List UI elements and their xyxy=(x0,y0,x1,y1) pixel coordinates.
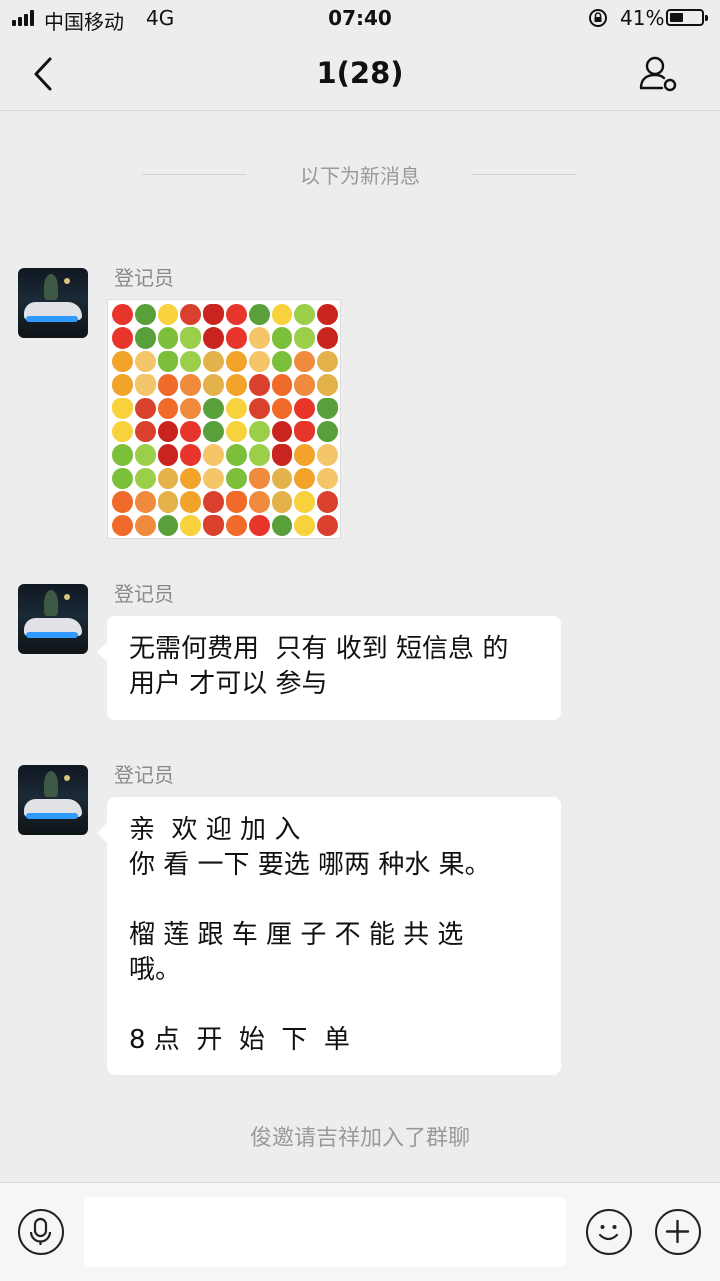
sender-name: 登记员 xyxy=(114,266,174,290)
message-line xyxy=(129,988,561,1023)
battery-icon xyxy=(666,9,708,26)
sender-avatar[interactable] xyxy=(18,584,88,654)
message-line: 8 点 开 始 下 单 xyxy=(129,1025,350,1055)
microphone-icon[interactable] xyxy=(18,1209,64,1255)
fruit-collage-image[interactable] xyxy=(107,299,341,539)
chat-header: 1(28) xyxy=(0,36,720,111)
sender-avatar[interactable] xyxy=(18,268,88,338)
message-bubble[interactable]: 无需何费用 只有 收到 短信息 的 用户 才可以 参与 xyxy=(97,616,561,720)
chat-input-bar xyxy=(0,1182,720,1281)
sender-name: 登记员 xyxy=(114,582,174,606)
sender-avatar[interactable] xyxy=(18,765,88,835)
plus-icon[interactable] xyxy=(655,1209,701,1255)
chat-title: 1(28) xyxy=(316,56,404,90)
person-icon[interactable] xyxy=(636,52,680,96)
new-messages-divider: 以下为新消息 xyxy=(0,160,720,190)
message-line: 哦。 xyxy=(129,955,182,985)
system-notice: 俊邀请吉祥加入了群聊 xyxy=(249,1126,470,1151)
clock: 07:40 xyxy=(328,6,392,30)
battery-percent: 41% xyxy=(620,6,665,30)
message-line xyxy=(129,883,561,918)
message-line: 亲 欢 迎 加 入 xyxy=(129,815,301,845)
rotation-lock-icon xyxy=(589,9,607,27)
smiley-icon[interactable] xyxy=(586,1209,632,1255)
message-bubble[interactable]: 亲 欢 迎 加 入 你 看 一下 要选 哪两 种水 果。 榴 莲 跟 车 厘 子… xyxy=(97,797,561,1075)
message-line: 用户 才可以 参与 xyxy=(129,669,328,699)
message-line: 无需何费用 只有 收到 短信息 的 xyxy=(129,634,509,664)
status-bar: 中国移动 4G 07:40 41% xyxy=(0,0,720,36)
divider-label: 以下为新消息 xyxy=(300,164,420,188)
message-input[interactable] xyxy=(84,1197,566,1267)
message-line: 榴 莲 跟 车 厘 子 不 能 共 选 xyxy=(129,920,464,950)
sender-name: 登记员 xyxy=(114,763,174,787)
message-line: 你 看 一下 要选 哪两 种水 果。 xyxy=(129,850,491,880)
